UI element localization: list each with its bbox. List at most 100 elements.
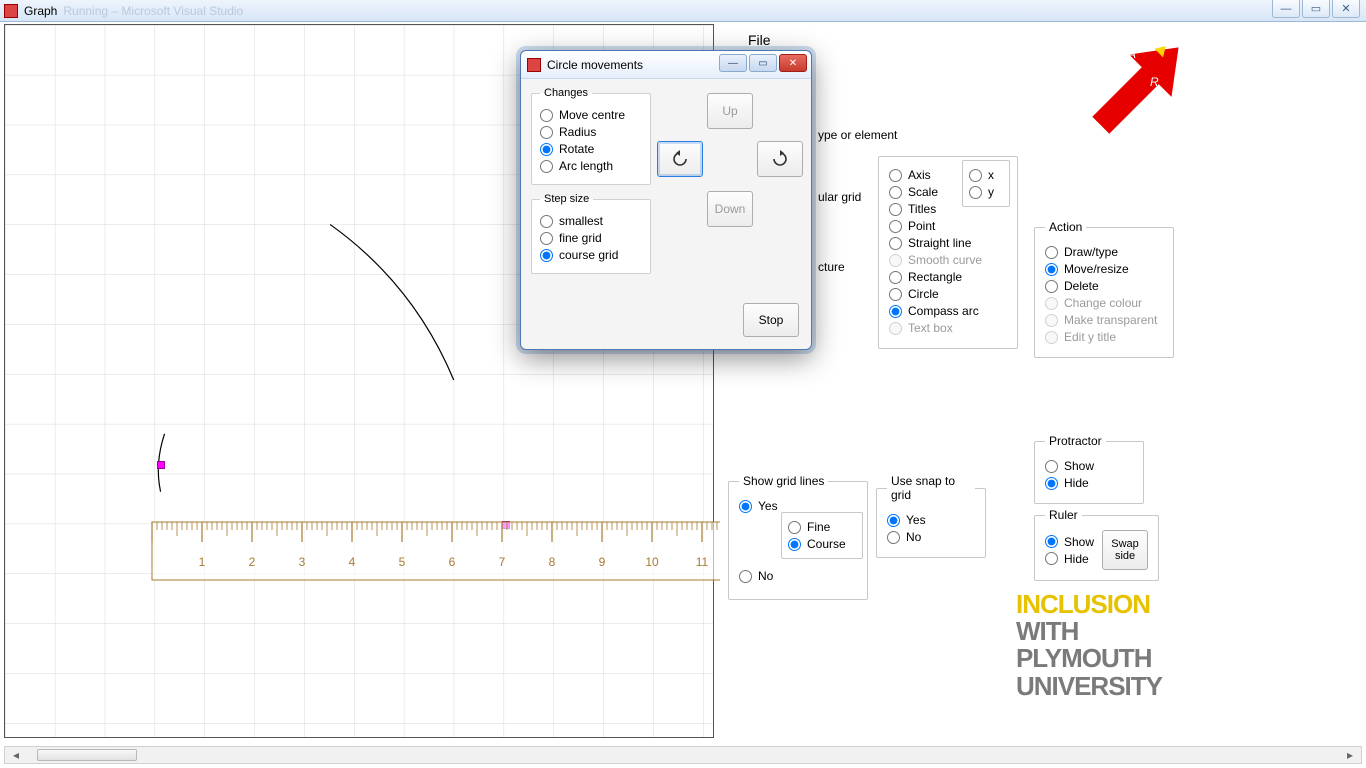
snap-yes[interactable]: Yes [887,513,975,527]
type-legend-partial: ype or element [818,128,897,142]
type-item-circle[interactable]: Circle [889,287,1007,301]
action-item-make-transparent: Make transparent [1045,313,1163,327]
aro-letter-r: R [1150,75,1159,89]
scroll-left-arrow[interactable]: ◂ [7,747,25,763]
type-item-text-box: Text box [889,321,1007,335]
dialog-maximize-button[interactable]: ▭ [749,54,777,72]
ruler-group: Ruler Show Hide Swap side [1034,508,1159,581]
gridlines-group: Show grid lines Yes Fine Course No [728,474,868,600]
protractor-group: Protractor Show Hide [1034,434,1144,504]
axis-item-label: y [988,185,994,199]
action-item-delete[interactable]: Delete [1045,279,1163,293]
protractor-legend: Protractor [1045,434,1106,448]
type-item-label: Circle [908,287,939,301]
window-subtitle: Running – Microsoft Visual Studio [63,4,243,18]
gridlines-finesse-group: Fine Course [781,512,863,559]
dialog-title: Circle movements [547,58,643,72]
stepsize-item-label: fine grid [559,231,602,245]
changes-group: Changes Move centreRadiusRotateArc lengt… [531,87,651,185]
type-item-point[interactable]: Point [889,219,1007,233]
type-item-label: Smooth curve [908,253,982,267]
axis-item-y[interactable]: y [969,185,1003,199]
protractor-show[interactable]: Show [1045,459,1133,473]
gridlines-course[interactable]: Course [788,537,856,551]
type-item-label: Text box [908,321,953,335]
axis-item-label: x [988,168,994,182]
action-item-change-colour: Change colour [1045,296,1163,310]
dialog-titlebar[interactable]: Circle movements — ▭ ✕ [521,51,811,79]
partial-text-1: ular grid [818,190,861,204]
dialog-minimize-button[interactable]: — [719,54,747,72]
maximize-button[interactable]: ▭ [1302,0,1330,18]
type-item-label: Compass arc [908,304,979,318]
changes-item-move-centre[interactable]: Move centre [540,108,642,122]
ruler-legend: Ruler [1045,508,1082,522]
scroll-right-arrow[interactable]: ▸ [1341,747,1359,763]
inclusion-logo: INCLUSION WITH PLYMOUTH UNIVERSITY [1016,591,1162,700]
scroll-thumb[interactable] [37,749,137,761]
stop-button[interactable]: Stop [743,303,799,337]
action-item-label: Draw/type [1064,245,1118,259]
action-item-label: Move/resize [1064,262,1129,276]
aro-letter-a: A [1127,47,1136,61]
close-button[interactable]: ✕ [1332,0,1360,18]
type-item-compass-arc[interactable]: Compass arc [889,304,1007,318]
inclusion-line-3: PLYMOUTH [1016,645,1162,672]
action-item-label: Edit y title [1064,330,1116,344]
minimize-button[interactable]: — [1272,0,1300,18]
swap-side-button[interactable]: Swap side [1102,530,1148,570]
circle-movements-dialog[interactable]: Circle movements — ▭ ✕ Changes Move cent… [520,50,812,350]
down-button[interactable]: Down [707,191,753,227]
gridlines-fine[interactable]: Fine [788,520,856,534]
dialog-app-icon [527,58,541,72]
aro-logo: A R O [1042,24,1202,184]
stepsize-legend: Step size [540,193,593,205]
menu-file[interactable]: File [748,32,771,48]
rotate-cw-button[interactable] [757,141,803,177]
type-item-smooth-curve: Smooth curve [889,253,1007,267]
aro-letter-o: O [1174,107,1183,121]
action-legend: Action [1045,220,1086,234]
inclusion-line-4: UNIVERSITY [1016,673,1162,700]
action-item-move-resize[interactable]: Move/resize [1045,262,1163,276]
arc-endpoint-handle[interactable] [157,461,165,469]
stepsize-item-fine-grid[interactable]: fine grid [540,231,642,245]
stepsize-group: Step size smallest fine grid course grid [531,193,651,274]
changes-item-label: Move centre [559,108,625,122]
up-button[interactable]: Up [707,93,753,129]
window-title: Graph [24,4,57,18]
gridlines-legend: Show grid lines [739,474,828,488]
ruler-hide[interactable]: Hide [1045,552,1094,566]
type-item-label: Point [908,219,935,233]
protractor-hide[interactable]: Hide [1045,476,1133,490]
type-item-label: Titles [908,202,936,216]
action-item-label: Delete [1064,279,1099,293]
type-item-rectangle[interactable]: Rectangle [889,270,1007,284]
partial-text-2: cture [818,260,845,274]
changes-item-arc-length[interactable]: Arc length [540,159,642,173]
stepsize-item-course-grid[interactable]: course grid [540,248,642,262]
snap-no[interactable]: No [887,530,975,544]
changes-item-label: Rotate [559,142,594,156]
stepsize-item-smallest[interactable]: smallest [540,214,642,228]
rotate-ccw-icon [671,150,689,168]
arc-center-handle[interactable] [502,521,510,529]
gridlines-no[interactable]: No [739,569,857,583]
type-item-label: Straight line [908,236,971,250]
action-item-draw-type[interactable]: Draw/type [1045,245,1163,259]
rotate-ccw-button[interactable] [657,141,703,177]
inclusion-line-2: WITH [1016,618,1162,645]
action-item-label: Make transparent [1064,313,1157,327]
action-item-edit-y-title: Edit y title [1045,330,1163,344]
stepsize-item-label: smallest [559,214,603,228]
axis-item-x[interactable]: x [969,168,1003,182]
horizontal-scrollbar[interactable]: ◂ ▸ [4,746,1362,764]
snap-legend: Use snap to grid [887,474,975,502]
changes-item-rotate[interactable]: Rotate [540,142,642,156]
changes-item-label: Arc length [559,159,613,173]
gridlines-yes[interactable]: Yes [739,499,857,513]
changes-item-radius[interactable]: Radius [540,125,642,139]
dialog-close-button[interactable]: ✕ [779,54,807,72]
ruler-show[interactable]: Show [1045,535,1094,549]
type-item-straight-line[interactable]: Straight line [889,236,1007,250]
